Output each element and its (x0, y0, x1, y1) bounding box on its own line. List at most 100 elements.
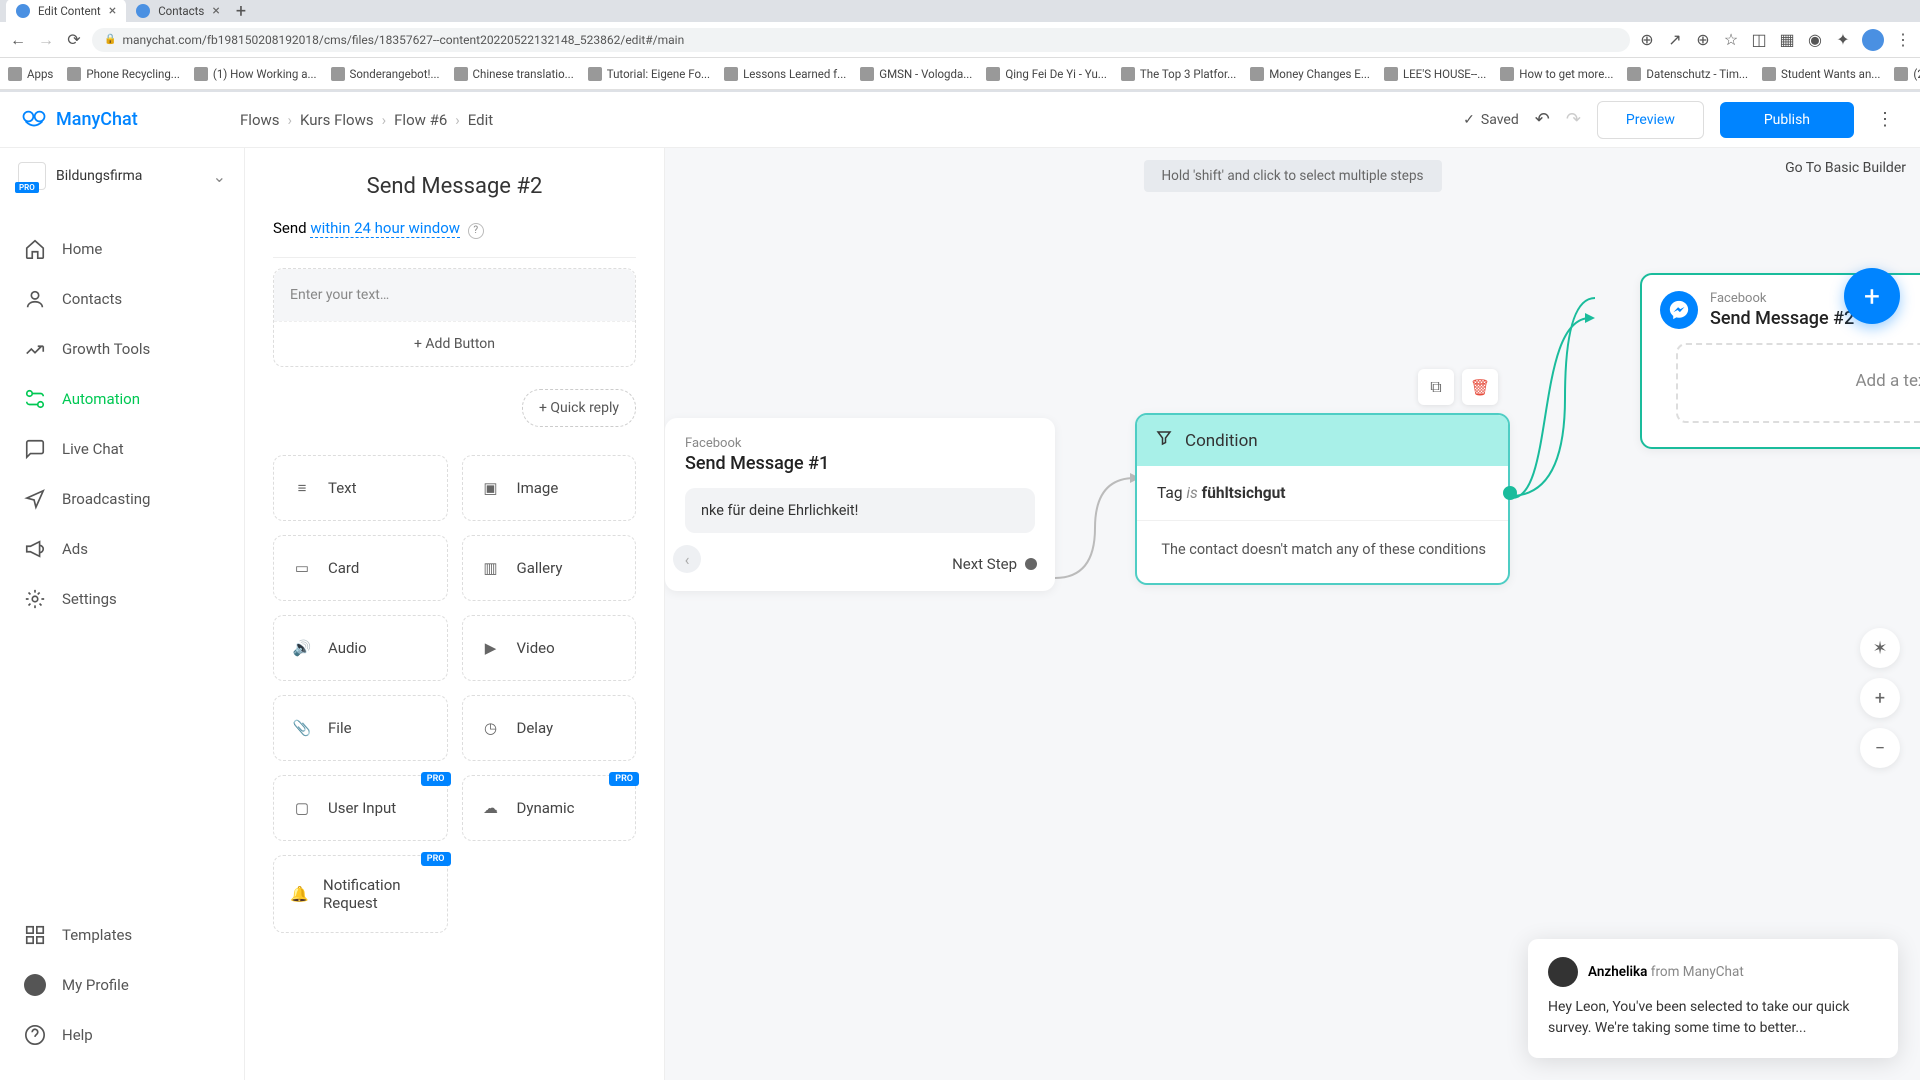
pro-badge: PRO (421, 772, 451, 786)
condition-row[interactable]: Tag is fühltsichgut (1137, 466, 1508, 521)
add-node-fab[interactable]: + (1844, 268, 1900, 324)
go-basic-builder-link[interactable]: Go To Basic Builder (1785, 160, 1906, 176)
bookmark-item[interactable]: (2) How To Add A... (1894, 67, 1920, 81)
tab-close-icon[interactable]: × (109, 3, 116, 19)
zoom-out-button[interactable]: − (1860, 728, 1900, 768)
block-text[interactable]: ≡Text (273, 455, 448, 521)
bookmark-item[interactable]: LEE'S HOUSE--... (1384, 67, 1486, 81)
new-tab-button[interactable]: + (236, 1, 246, 22)
bookmark-item[interactable]: Phone Recycling... (67, 67, 180, 81)
add-text-placeholder[interactable]: Add a text (1676, 343, 1920, 423)
chat-sender-name: Anzhelika (1588, 964, 1647, 980)
browser-tab-active[interactable]: Edit Content × (6, 0, 126, 23)
info-icon[interactable]: ? (468, 223, 484, 239)
bookmark-item[interactable]: GMSN - Vologda... (860, 67, 972, 81)
bookmark-item[interactable]: How to get more... (1500, 67, 1613, 81)
bookmark-item[interactable]: Money Changes E... (1250, 67, 1370, 81)
tab-close-icon[interactable]: × (212, 3, 219, 19)
translate-icon[interactable]: ⊕ (1638, 31, 1656, 49)
workspace-selector[interactable]: PRO Bildungsfirma ⌄ (0, 148, 244, 204)
ads-icon (24, 538, 46, 560)
breadcrumb-item[interactable]: Kurs Flows (300, 111, 374, 129)
sidebar-item-home[interactable]: Home (0, 224, 244, 274)
block-dynamic[interactable]: ☁DynamicPRO (462, 775, 637, 841)
bookmark-item[interactable]: Qing Fei De Yi - Yu... (986, 67, 1107, 81)
add-icon[interactable]: ⊕ (1694, 31, 1712, 49)
support-chat-widget[interactable]: Anzhelika from ManyChat Hey Leon, You've… (1528, 939, 1898, 1058)
quick-reply-button[interactable]: + Quick reply (522, 389, 636, 427)
duplicate-button[interactable]: ⧉ (1418, 369, 1454, 405)
ext3-icon[interactable]: ◉ (1806, 31, 1824, 49)
publish-button[interactable]: Publish (1720, 102, 1854, 138)
output-port[interactable] (1025, 558, 1037, 570)
brand-logo[interactable]: ManyChat (20, 106, 240, 134)
block-notification[interactable]: 🔔Notification RequestPRO (273, 855, 448, 933)
block-card[interactable]: ▭Card (273, 535, 448, 601)
sidebar-item-livechat[interactable]: Live Chat (0, 424, 244, 474)
bookmark-item[interactable]: Tutorial: Eigene Fo... (588, 67, 710, 81)
breadcrumb-item[interactable]: Edit (468, 111, 493, 129)
sidebar-item-automation[interactable]: Automation (0, 374, 244, 424)
breadcrumb-item[interactable]: Flows (240, 111, 280, 129)
bookmark-item[interactable]: The Top 3 Platfor... (1121, 67, 1236, 81)
block-delay[interactable]: ◷Delay (462, 695, 637, 761)
bookmark-item[interactable]: (1) How Working a... (194, 67, 317, 81)
node-condition[interactable]: ⧉ 🗑 Condition Tag is fühltsichgut The co… (1135, 413, 1510, 585)
bookmark-icon (194, 67, 208, 81)
breadcrumb-item[interactable]: Flow #6 (394, 111, 447, 129)
bookmark-item[interactable]: Student Wants an... (1762, 67, 1880, 81)
ext1-icon[interactable]: ◫ (1750, 31, 1768, 49)
send-window-link[interactable]: within 24 hour window (310, 219, 460, 238)
clock-icon: ◷ (479, 716, 503, 740)
block-gallery[interactable]: ▥Gallery (462, 535, 637, 601)
block-userinput[interactable]: ▢User InputPRO (273, 775, 448, 841)
add-button-row[interactable]: + Add Button (274, 321, 635, 366)
send-window-row: Send within 24 hour window ? (273, 219, 636, 257)
ext2-icon[interactable]: ▦ (1778, 31, 1796, 49)
bookmark-item[interactable]: Apps (8, 67, 53, 81)
menu-icon[interactable]: ⋮ (1894, 31, 1912, 49)
sidebar-item-growth[interactable]: Growth Tools (0, 324, 244, 374)
bookmark-item[interactable]: Sonderangebot!... (331, 67, 440, 81)
node-platform: Facebook (685, 436, 1035, 451)
bookmark-item[interactable]: Datenschutz - Tim... (1627, 67, 1748, 81)
redo-button[interactable]: ↷ (1566, 109, 1581, 130)
sidebar-item-contacts[interactable]: Contacts (0, 274, 244, 324)
brand-name: ManyChat (56, 109, 138, 130)
tab-title: Contacts (158, 4, 204, 18)
profile-avatar[interactable] (1862, 29, 1884, 51)
sidebar-item-broadcasting[interactable]: Broadcasting (0, 474, 244, 524)
block-image[interactable]: ▣Image (462, 455, 637, 521)
block-file[interactable]: 📎File (273, 695, 448, 761)
share-icon[interactable]: ↗ (1666, 31, 1684, 49)
delete-button[interactable]: 🗑 (1462, 369, 1498, 405)
bookmark-icon (331, 67, 345, 81)
collapse-button[interactable]: ‹ (673, 545, 701, 573)
sidebar-item-templates[interactable]: Templates (0, 910, 244, 960)
zoom-in-button[interactable]: + (1860, 678, 1900, 718)
sidebar-item-help[interactable]: Help (0, 1010, 244, 1060)
preview-button[interactable]: Preview (1597, 101, 1704, 139)
url-field[interactable]: 🔒 manychat.com/fb198150208192018/cms/fil… (92, 28, 1630, 52)
block-video[interactable]: ▶Video (462, 615, 637, 681)
puzzle-icon[interactable]: ✦ (1834, 31, 1852, 49)
block-audio[interactable]: 🔊Audio (273, 615, 448, 681)
browser-tab[interactable]: Contacts × (126, 0, 230, 23)
output-port-match[interactable] (1503, 486, 1517, 500)
sidebar-item-ads[interactable]: Ads (0, 524, 244, 574)
reload-button[interactable]: ⟳ (64, 30, 84, 50)
condition-else[interactable]: The contact doesn't match any of these c… (1137, 521, 1508, 583)
bookmark-item[interactable]: Lessons Learned f... (724, 67, 846, 81)
forward-button[interactable]: → (36, 30, 56, 50)
bookmark-item[interactable]: Chinese translatio... (454, 67, 574, 81)
star-icon[interactable]: ☆ (1722, 31, 1740, 49)
node-send-message-1[interactable]: Facebook Send Message #1 nke für deine E… (665, 418, 1055, 591)
more-button[interactable]: ⋮ (1870, 109, 1900, 130)
undo-button[interactable]: ↶ (1535, 109, 1550, 130)
text-input[interactable]: Enter your text… (274, 269, 635, 321)
flow-canvas[interactable]: Hold 'shift' and click to select multipl… (665, 148, 1920, 1080)
back-button[interactable]: ← (8, 30, 28, 50)
auto-layout-button[interactable]: ✶ (1860, 628, 1900, 668)
sidebar-item-myprofile[interactable]: My Profile (0, 960, 244, 1010)
sidebar-item-settings[interactable]: Settings (0, 574, 244, 624)
